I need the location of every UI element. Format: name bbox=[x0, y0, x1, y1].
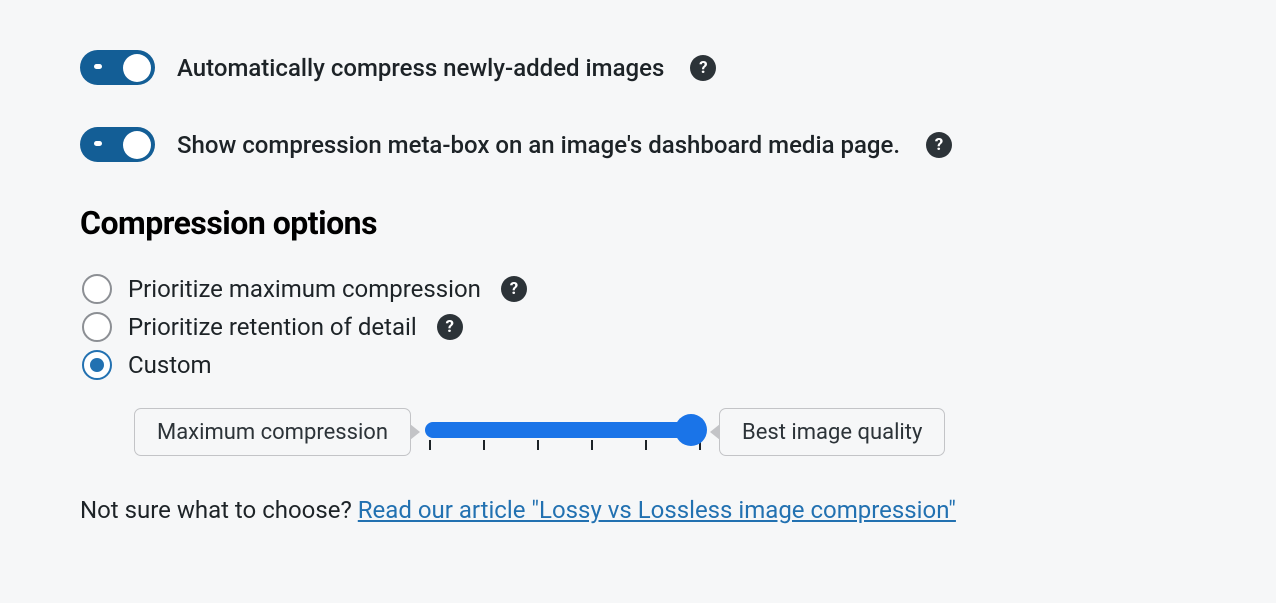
setting-show-metabox: Show compression meta-box on an image's … bbox=[80, 127, 1196, 162]
toggle-auto-compress[interactable] bbox=[80, 50, 155, 85]
toggle-knob bbox=[123, 54, 151, 82]
radio-label-retain-detail: Prioritize retention of detail bbox=[128, 313, 417, 341]
toggle-knob bbox=[123, 131, 151, 159]
label-auto-compress: Automatically compress newly-added image… bbox=[177, 54, 664, 82]
slider-label-left: Maximum compression bbox=[134, 408, 411, 456]
toggle-on-indicator bbox=[94, 141, 102, 146]
toggle-on-indicator bbox=[94, 64, 102, 69]
radio-row-retain-detail: Prioritize retention of detail ? bbox=[80, 312, 1196, 342]
slider-thumb[interactable] bbox=[675, 414, 707, 446]
setting-auto-compress: Automatically compress newly-added image… bbox=[80, 50, 1196, 85]
section-title-compression-options: Compression options bbox=[80, 204, 1196, 242]
radio-retain-detail[interactable] bbox=[82, 312, 112, 342]
radio-label-custom: Custom bbox=[128, 351, 212, 379]
slider-track-container bbox=[425, 408, 705, 450]
radio-custom[interactable] bbox=[82, 350, 112, 380]
help-icon[interactable]: ? bbox=[501, 276, 527, 302]
help-text: Not sure what to choose? Read our articl… bbox=[80, 496, 1196, 524]
radio-row-max-compression: Prioritize maximum compression ? bbox=[80, 274, 1196, 304]
help-icon[interactable]: ? bbox=[926, 132, 952, 158]
radio-row-custom: Custom bbox=[80, 350, 1196, 380]
help-article-link[interactable]: Read our article "Lossy vs Lossless imag… bbox=[358, 496, 956, 524]
custom-slider: Maximum compression Best image quality bbox=[134, 408, 1196, 456]
slider-label-right: Best image quality bbox=[719, 408, 945, 456]
slider-ticks bbox=[425, 440, 705, 450]
help-icon[interactable]: ? bbox=[690, 55, 716, 81]
label-show-metabox: Show compression meta-box on an image's … bbox=[177, 131, 900, 159]
help-text-prefix: Not sure what to choose? bbox=[80, 496, 358, 524]
help-icon[interactable]: ? bbox=[437, 314, 463, 340]
slider-track[interactable] bbox=[425, 422, 705, 438]
radio-max-compression[interactable] bbox=[82, 274, 112, 304]
toggle-show-metabox[interactable] bbox=[80, 127, 155, 162]
radio-label-max-compression: Prioritize maximum compression bbox=[128, 275, 481, 303]
